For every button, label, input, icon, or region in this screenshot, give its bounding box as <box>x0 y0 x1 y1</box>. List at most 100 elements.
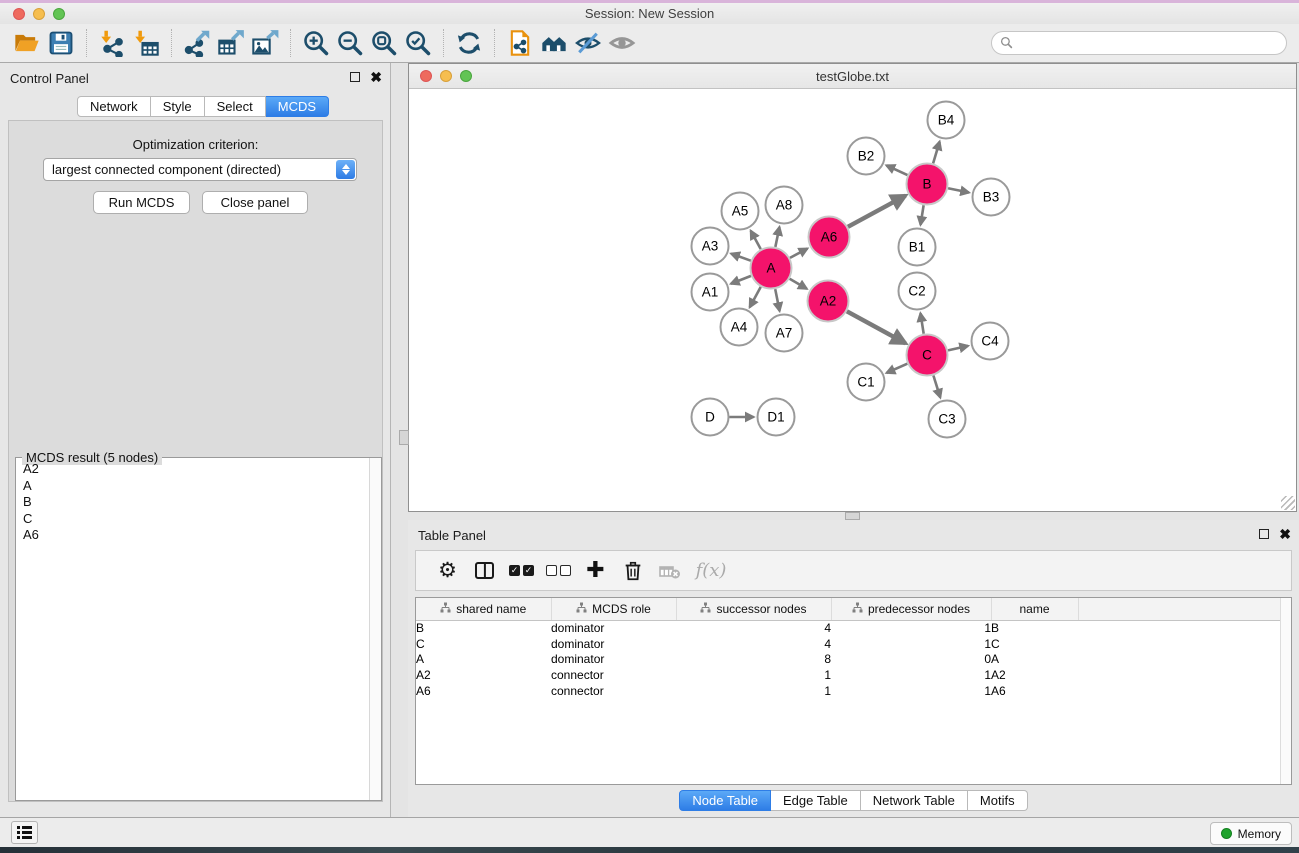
table-cell[interactable]: A <box>991 652 1078 668</box>
select-all-checkboxes-icon[interactable]: ✓✓ <box>503 554 540 588</box>
mcds-result-item[interactable]: A <box>17 478 368 495</box>
tab-mcds[interactable]: MCDS <box>266 96 329 117</box>
graph-node-A[interactable]: A <box>751 248 792 289</box>
table-cell[interactable]: 1 <box>831 636 991 652</box>
window-resize-grip[interactable] <box>1281 496 1295 510</box>
zoom-out-icon[interactable] <box>333 27 367 59</box>
table-cell[interactable]: connector <box>551 683 676 699</box>
import-network-icon[interactable] <box>95 27 129 59</box>
graph-node-C4[interactable]: C4 <box>972 323 1009 360</box>
run-mcds-button[interactable]: Run MCDS <box>93 191 190 214</box>
show-all-eye-icon[interactable] <box>605 27 639 59</box>
graph-node-A4[interactable]: A4 <box>721 309 758 346</box>
graph-node-A2[interactable]: A2 <box>808 281 849 322</box>
graph-node-B4[interactable]: B4 <box>928 102 965 139</box>
splitter-handle[interactable] <box>399 430 409 445</box>
delete-table-icon[interactable] <box>651 554 688 588</box>
graph-edge-C-C3[interactable] <box>933 376 940 398</box>
graph-edge-B-B1[interactable] <box>921 205 924 225</box>
graph-edge-A-A4[interactable] <box>750 287 761 307</box>
tab-network[interactable]: Network <box>77 96 151 117</box>
table-row[interactable]: Bdominator41B <box>416 620 1282 636</box>
graph-node-B3[interactable]: B3 <box>973 179 1010 216</box>
delete-column-trash-icon[interactable] <box>614 554 651 588</box>
graph-edge-A-A7[interactable] <box>775 289 779 311</box>
table-cell[interactable]: 4 <box>676 636 831 652</box>
graph-node-A7[interactable]: A7 <box>766 315 803 352</box>
graph-node-B[interactable]: B <box>907 164 948 205</box>
table-cell[interactable]: 1 <box>831 667 991 683</box>
table-cell[interactable]: A6 <box>416 683 551 699</box>
graph-edge-A-A8[interactable] <box>775 227 779 247</box>
graph-node-A5[interactable]: A5 <box>722 193 759 230</box>
export-table-icon[interactable] <box>214 27 248 59</box>
table-cell[interactable]: 8 <box>676 652 831 668</box>
column-header-name[interactable]: name <box>991 598 1078 620</box>
column-header-MCDS-role[interactable]: MCDS role <box>551 598 676 620</box>
table-cell[interactable]: 1 <box>676 667 831 683</box>
table-row[interactable]: Cdominator41C <box>416 636 1282 652</box>
table-scrollbar[interactable] <box>1280 598 1291 784</box>
table-cell[interactable]: C <box>416 636 551 652</box>
graph-edge-B-B2[interactable] <box>886 165 907 175</box>
mcds-result-item[interactable]: A6 <box>17 527 368 544</box>
graph-edge-B-B3[interactable] <box>948 188 969 192</box>
mcds-result-item[interactable]: A2 <box>17 461 368 478</box>
graph-node-A6[interactable]: A6 <box>809 217 850 258</box>
add-column-icon[interactable]: ✚ <box>577 554 614 588</box>
search-input[interactable] <box>991 31 1287 55</box>
column-header-successor-nodes[interactable]: successor nodes <box>676 598 831 620</box>
graph-node-C3[interactable]: C3 <box>929 401 966 438</box>
table-cell[interactable]: A <box>416 652 551 668</box>
table-cell[interactable]: dominator <box>551 652 676 668</box>
graph-node-C[interactable]: C <box>907 335 948 376</box>
mcds-list-scrollbar[interactable] <box>369 458 381 800</box>
network-canvas[interactable]: AA1A2A3A4A5A6A7A8BB1B2B3B4CC1C2C3C4DD1 <box>409 89 1296 511</box>
graph-node-B1[interactable]: B1 <box>899 229 936 266</box>
zoom-selected-icon[interactable] <box>401 27 435 59</box>
table-cell[interactable]: 0 <box>831 652 991 668</box>
table-cell[interactable]: A2 <box>416 667 551 683</box>
float-panel-icon[interactable] <box>1259 529 1269 539</box>
function-builder-icon[interactable]: f(x) <box>688 554 734 588</box>
graph-node-A8[interactable]: A8 <box>766 187 803 224</box>
show-column-icon[interactable] <box>466 554 503 588</box>
graph-node-C2[interactable]: C2 <box>899 273 936 310</box>
open-file-icon[interactable] <box>10 27 44 59</box>
close-panel-icon[interactable]: ✖ <box>1279 528 1291 540</box>
memory-button[interactable]: Memory <box>1210 822 1292 845</box>
table-cell[interactable]: A2 <box>991 667 1078 683</box>
table-cell[interactable]: 4 <box>676 620 831 636</box>
new-network-from-selection-icon[interactable] <box>503 27 537 59</box>
graph-edge-A-A2[interactable] <box>790 279 807 289</box>
graph-edge-C-C2[interactable] <box>920 313 923 334</box>
graph-node-B2[interactable]: B2 <box>848 138 885 175</box>
column-header-predecessor-nodes[interactable]: predecessor nodes <box>831 598 991 620</box>
table-cell[interactable]: B <box>991 620 1078 636</box>
graph-node-C1[interactable]: C1 <box>848 364 885 401</box>
table-cell[interactable]: B <box>416 620 551 636</box>
tab-select[interactable]: Select <box>205 96 266 117</box>
table-row[interactable]: A2connector11A2 <box>416 667 1282 683</box>
apply-layout-icon[interactable] <box>452 27 486 59</box>
tab-edge-table[interactable]: Edge Table <box>771 790 861 811</box>
tab-style[interactable]: Style <box>151 96 205 117</box>
mcds-result-item[interactable]: C <box>17 511 368 528</box>
optimization-criterion-select[interactable]: largest connected component (directed) <box>43 158 357 181</box>
table-cell[interactable]: connector <box>551 667 676 683</box>
save-session-icon[interactable] <box>44 27 78 59</box>
deselect-all-checkboxes-icon[interactable] <box>540 554 577 588</box>
graph-edge-B-B4[interactable] <box>933 142 939 164</box>
table-cell[interactable]: A6 <box>991 683 1078 699</box>
mcds-result-list[interactable]: A2ABCA6 <box>17 461 368 799</box>
graph-node-A3[interactable]: A3 <box>692 228 729 265</box>
table-cell[interactable]: 1 <box>676 683 831 699</box>
export-network-icon[interactable] <box>180 27 214 59</box>
graph-edge-A-A3[interactable] <box>731 254 751 261</box>
splitter-handle[interactable] <box>845 512 860 520</box>
first-neighbors-icon[interactable] <box>537 27 571 59</box>
graph-edge-A-A5[interactable] <box>751 231 761 249</box>
zoom-fit-icon[interactable] <box>367 27 401 59</box>
table-cell[interactable]: 1 <box>831 620 991 636</box>
network-graph[interactable]: AA1A2A3A4A5A6A7A8BB1B2B3B4CC1C2C3C4DD1 <box>409 89 1296 510</box>
